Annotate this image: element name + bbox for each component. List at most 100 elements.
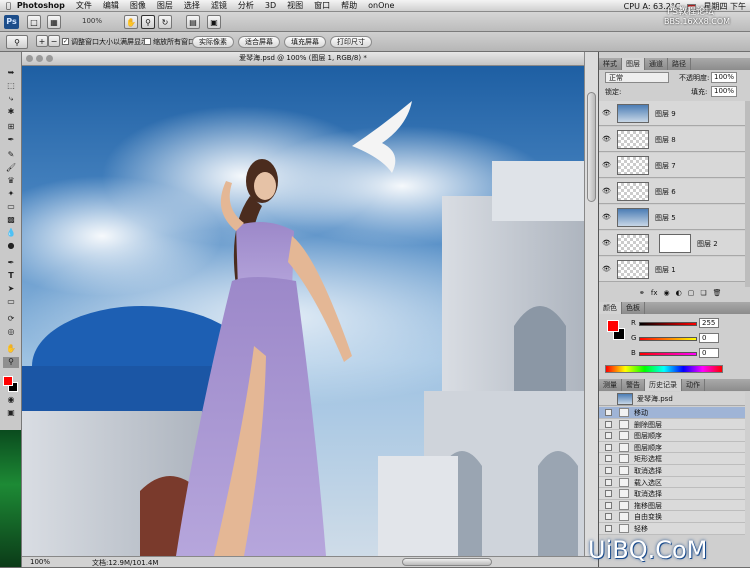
tab-actions[interactable]: 动作: [682, 379, 705, 391]
r-slider[interactable]: [639, 322, 697, 326]
vertical-scrollbar[interactable]: [584, 52, 598, 556]
arrange-documents-icon[interactable]: ▤: [186, 15, 200, 29]
adjustment-layer-icon[interactable]: ◐: [676, 289, 682, 299]
rotate-view-icon[interactable]: ↻: [158, 15, 172, 29]
eye-icon[interactable]: 👁: [602, 265, 612, 273]
zoom-tool-preset-icon[interactable]: ⚲: [6, 35, 28, 49]
menu-select[interactable]: 选择: [184, 0, 200, 11]
history-brush-source-box[interactable]: [605, 478, 612, 486]
g-value[interactable]: 0: [699, 333, 719, 343]
layer-row[interactable]: 👁 图层 2: [599, 231, 745, 256]
eye-icon[interactable]: 👁: [602, 135, 612, 143]
3d-rotate-tool-icon[interactable]: ⟳: [3, 314, 19, 325]
history-item[interactable]: 载入选区: [599, 476, 745, 489]
zoom-all-windows-checkbox[interactable]: [144, 38, 151, 45]
bridge-icon[interactable]: □: [27, 15, 41, 29]
layer-row[interactable]: 👁 图层 9: [599, 101, 745, 126]
menu-view[interactable]: 视图: [287, 0, 303, 11]
blur-tool-icon[interactable]: 💧: [3, 228, 19, 239]
history-brush-source-box[interactable]: [605, 513, 612, 521]
zoom-tool-icon[interactable]: ⚲: [3, 357, 19, 368]
menu-3d[interactable]: 3D: [265, 1, 276, 10]
actual-pixels-button[interactable]: 实际像素: [192, 36, 234, 48]
document-title-bar[interactable]: 爱琴海.psd @ 100% (图层 1, RGB/8) *: [22, 52, 584, 66]
opacity-field[interactable]: 100%: [711, 72, 737, 83]
history-brush-source-box[interactable]: [605, 455, 612, 463]
pen-tool-icon[interactable]: ✒: [3, 258, 19, 269]
tab-history[interactable]: 历史记录: [645, 379, 682, 391]
path-selection-tool-icon[interactable]: ➤: [3, 284, 19, 295]
eye-icon[interactable]: 👁: [602, 109, 612, 117]
r-value[interactable]: 255: [699, 318, 719, 328]
eye-icon[interactable]: 👁: [602, 239, 612, 247]
scroll-thumb[interactable]: [587, 92, 596, 202]
history-item[interactable]: 自由变换: [599, 511, 745, 523]
zoom-select[interactable]: 100%: [82, 17, 102, 25]
quick-select-tool-icon[interactable]: ✱: [3, 107, 19, 118]
history-item[interactable]: 图层顺序: [599, 430, 745, 442]
eye-icon[interactable]: 👁: [602, 187, 612, 195]
history-brush-source-box[interactable]: [605, 525, 612, 532]
eye-icon[interactable]: 👁: [602, 213, 612, 221]
tab-layers[interactable]: 图层: [622, 58, 645, 70]
type-tool-icon[interactable]: T: [3, 271, 19, 282]
history-brush-source-box[interactable]: [605, 467, 612, 474]
screen-mode-icon[interactable]: ▣: [207, 15, 221, 29]
layers-scrollbar[interactable]: [745, 101, 750, 287]
menu-filter[interactable]: 滤镜: [211, 0, 227, 11]
history-brush-source-box[interactable]: [605, 409, 612, 416]
tab-warnings[interactable]: 警告: [622, 379, 645, 391]
fit-screen-button[interactable]: 适合屏幕: [238, 36, 280, 48]
history-brush-source-box[interactable]: [605, 443, 612, 451]
history-item[interactable]: 取消选择: [599, 488, 745, 500]
eyedropper-tool-icon[interactable]: ✒: [3, 135, 19, 146]
tab-color[interactable]: 颜色: [599, 302, 622, 314]
history-brush-source-box[interactable]: [605, 490, 612, 498]
status-zoom[interactable]: 100%: [30, 558, 50, 566]
add-mask-icon[interactable]: ◉: [663, 289, 669, 299]
shape-tool-icon[interactable]: ▭: [3, 297, 19, 308]
foreground-color-swatch[interactable]: [3, 376, 13, 386]
zoom-in-icon[interactable]: +: [36, 35, 48, 47]
b-value[interactable]: 0: [699, 348, 719, 358]
brush-tool-icon[interactable]: 🖌: [3, 163, 19, 174]
menu-onone[interactable]: onOne: [368, 1, 394, 10]
close-window-icon[interactable]: [26, 55, 33, 62]
color-spectrum-bar[interactable]: [605, 365, 723, 373]
layer-row[interactable]: 👁 图层 8: [599, 127, 745, 152]
tab-swatches[interactable]: 色板: [622, 302, 645, 314]
history-brush-tool-icon[interactable]: ✦: [3, 189, 19, 200]
fill-screen-button[interactable]: 填充屏幕: [284, 36, 326, 48]
zoom-tool-icon[interactable]: ⚲: [141, 15, 155, 29]
screen-mode-tool-icon[interactable]: ▣: [3, 408, 19, 419]
layer-mask-thumbnail[interactable]: [659, 234, 691, 253]
history-item[interactable]: 矩形选框: [599, 453, 745, 465]
menu-image[interactable]: 图像: [130, 0, 146, 11]
horizontal-scroll-thumb[interactable]: [402, 558, 492, 566]
history-brush-source-box[interactable]: [605, 501, 612, 509]
layer-row[interactable]: 👁 图层 7: [599, 153, 745, 178]
tab-styles[interactable]: 样式: [599, 58, 622, 70]
menu-analysis[interactable]: 分析: [238, 0, 254, 11]
layer-row[interactable]: 👁 图层 1: [599, 257, 745, 282]
history-snapshot[interactable]: 爱琴海.psd: [599, 392, 745, 406]
tab-measurement[interactable]: 测量: [599, 379, 622, 391]
print-size-button[interactable]: 打印尺寸: [330, 36, 372, 48]
menu-edit[interactable]: 编辑: [103, 0, 119, 11]
blend-mode-select[interactable]: 正常: [605, 72, 669, 83]
menu-window[interactable]: 窗口: [314, 0, 330, 11]
minimize-window-icon[interactable]: [36, 55, 43, 62]
hand-tool-icon[interactable]: ✋: [124, 15, 138, 29]
resize-windows-checkbox[interactable]: ✓: [62, 38, 69, 45]
menu-help[interactable]: 帮助: [341, 0, 357, 11]
new-group-icon[interactable]: ▢: [688, 289, 695, 299]
eye-icon[interactable]: 👁: [602, 161, 612, 169]
history-item[interactable]: 删除图层: [599, 418, 745, 431]
history-item[interactable]: 图层顺序: [599, 441, 745, 454]
zoom-window-icon[interactable]: [46, 55, 53, 62]
menu-file[interactable]: 文件: [76, 0, 92, 11]
clone-stamp-tool-icon[interactable]: ♛: [3, 176, 19, 187]
menu-layer[interactable]: 图层: [157, 0, 173, 11]
gradient-tool-icon[interactable]: ▩: [3, 215, 19, 226]
layer-row[interactable]: 👁 图层 6: [599, 179, 745, 204]
